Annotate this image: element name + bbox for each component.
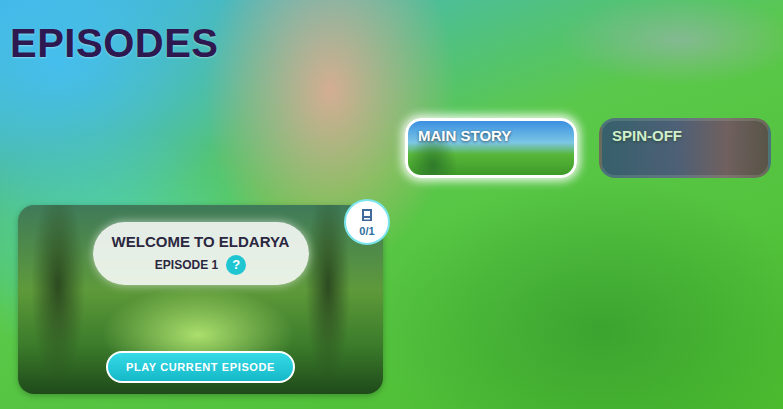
story-tab[interactable]: MAIN STORY <box>405 118 577 178</box>
episode-title: WELCOME TO ELDARYA <box>112 232 290 252</box>
progress-badge: 0/1 <box>344 199 390 245</box>
episodes-page: EPISODES MAIN STORY SPIN-OFF 0/1 WELCOME … <box>0 0 783 394</box>
tab-label: MAIN STORY <box>418 127 511 144</box>
progress-count: 0/1 <box>359 226 374 237</box>
story-tab[interactable]: SPIN-OFF <box>599 118 771 178</box>
tab-label: SPIN-OFF <box>612 127 682 144</box>
episode-number: EPISODE 1 <box>155 256 218 274</box>
story-tabs: MAIN STORY SPIN-OFF <box>405 118 783 178</box>
memory-card-icon <box>361 208 373 222</box>
page-title: EPISODES <box>10 22 783 64</box>
episode-card: 0/1 WELCOME TO ELDARYA EPISODE 1 ? PLAY … <box>18 205 383 394</box>
help-button[interactable]: ? <box>226 255 246 275</box>
episode-info: WELCOME TO ELDARYA EPISODE 1 ? <box>93 222 309 285</box>
play-button[interactable]: PLAY CURRENT EPISODE <box>106 351 295 383</box>
